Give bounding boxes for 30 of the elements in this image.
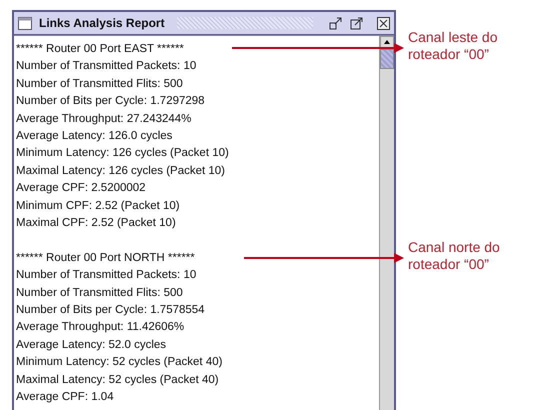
- report-line: Minimum Latency: 52 cycles (Packet 40): [16, 355, 222, 370]
- report-line: Minimum Latency: 126 cycles (Packet 10): [16, 146, 229, 162]
- report-line: Maximal CPF: 2.52 (Packet 10): [16, 216, 176, 232]
- report-line: Average CPF: 1.04: [16, 390, 114, 406]
- report-line: Maximal Latency: 126 cycles (Packet 10): [16, 164, 226, 179]
- report-line: Number of Bits per Cycle: 1.7578554: [16, 303, 205, 318]
- section-header: ****** Router 00 Port NORTH ******: [16, 250, 195, 266]
- report-line: Number of Transmitted Flits: 500: [16, 76, 183, 92]
- section-header: ****** Router 00 Port EAST ******: [16, 42, 184, 57]
- report-line: Average Latency: 126.0 cycles: [16, 129, 172, 144]
- report-line: Number of Transmitted Packets: 10: [16, 268, 196, 284]
- report-line: Number of Transmitted Flits: 500: [16, 286, 183, 301]
- scroll-up-icon[interactable]: [380, 36, 394, 48]
- report-line: Number of Transmitted Packets: 10: [16, 59, 196, 74]
- close-icon[interactable]: [377, 16, 390, 30]
- window-title: Links Analysis Report: [39, 16, 165, 30]
- report-line: Average Throughput: 11.42606%: [16, 320, 184, 336]
- annotation: Canal leste do roteador “00”: [408, 29, 498, 63]
- scroll-thumb[interactable]: [380, 49, 394, 69]
- scrollbar[interactable]: [379, 36, 394, 410]
- annotation: Canal norte do roteador “00”: [408, 239, 500, 273]
- report-line: Minimum CPF: 2.52 (Packet 10): [16, 198, 180, 214]
- restore-icon[interactable]: [329, 16, 342, 30]
- report-line: Average CPF: 2.5200002: [16, 181, 146, 196]
- report-line: Number of Bits per Cycle: 1.7297298: [16, 94, 205, 110]
- window-icon: [18, 16, 32, 30]
- report-line: Average Latency: 52.0 cycles: [16, 338, 166, 353]
- report-line: Average Throughput: 27.243244%: [16, 112, 192, 127]
- maximize-icon[interactable]: [350, 16, 363, 30]
- report-line: Maximal Latency: 52 cycles (Packet 40): [16, 372, 219, 388]
